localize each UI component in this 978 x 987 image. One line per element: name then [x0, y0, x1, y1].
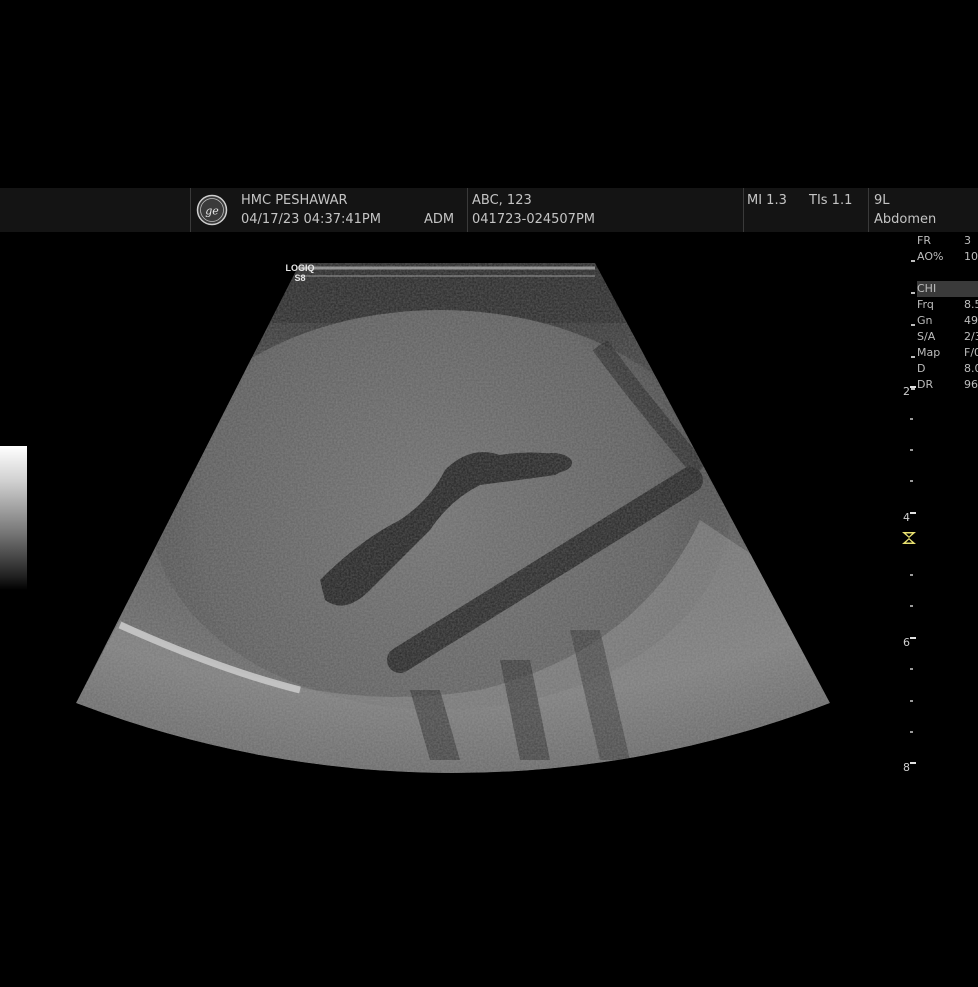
param-key: AO% — [917, 250, 944, 263]
param-frq: Frq 8.5 — [917, 297, 978, 313]
patient-name: ABC, 123 — [472, 193, 532, 208]
param-ao: AO% 100 — [911, 249, 978, 265]
institution-name: HMC PESHAWAR — [241, 193, 348, 208]
system-label-line1: LOGIQ — [285, 263, 315, 273]
param-key: CHI — [917, 282, 937, 295]
param-key: S/A — [917, 330, 936, 343]
depth-label: 2 — [903, 385, 910, 398]
ge-logo-icon: ge — [196, 194, 228, 226]
param-value: 2/3 — [964, 330, 978, 343]
param-value: 96 — [964, 378, 978, 391]
depth-minor-tick — [910, 480, 913, 482]
param-value: 3 — [964, 234, 971, 247]
probe-name: 9L — [874, 193, 890, 208]
focus-zone-icon — [902, 532, 916, 544]
param-value: F/0 — [964, 346, 978, 359]
param-key: Gn — [917, 314, 933, 327]
depth-minor-tick — [910, 700, 913, 702]
depth-minor-tick — [910, 574, 913, 576]
exam-preset: Abdomen — [874, 212, 937, 227]
exam-datetime: 04/17/23 04:37:41PM — [241, 212, 381, 227]
depth-minor-tick — [910, 418, 913, 420]
depth-major-tick — [910, 637, 916, 639]
header-divider — [743, 188, 744, 232]
header-divider — [467, 188, 468, 232]
param-chi: CHI — [911, 281, 978, 297]
thermal-index: TIs 1.1 — [809, 193, 853, 208]
depth-label: 8 — [903, 761, 910, 774]
param-key: Map — [917, 346, 941, 359]
depth-major-tick — [910, 762, 916, 764]
exam-id: 041723-024507PM — [472, 212, 595, 227]
depth-label: 4 — [903, 511, 910, 524]
system-label-line2: S8 — [294, 273, 306, 283]
header-divider — [868, 188, 869, 232]
param-value: 100 — [964, 250, 978, 263]
depth-label: 6 — [903, 636, 910, 649]
param-d: D 8.0 — [917, 361, 978, 377]
grayscale-bar — [0, 446, 27, 590]
param-separator — [911, 324, 915, 326]
param-key: D — [917, 362, 926, 375]
param-gn: Gn 49 — [911, 313, 978, 329]
param-value: 49 — [964, 314, 978, 327]
depth-minor-tick — [910, 449, 913, 451]
param-key: FR — [917, 234, 931, 247]
param-value: 8.5 — [964, 298, 978, 311]
param-sa: S/A 2/3 — [917, 329, 978, 345]
param-key: DR — [917, 378, 934, 391]
mechanical-index: MI 1.3 — [747, 193, 787, 208]
depth-minor-tick — [910, 731, 913, 733]
depth-minor-tick — [910, 668, 913, 670]
svg-text:ge: ge — [205, 205, 219, 218]
depth-minor-tick — [910, 605, 913, 607]
operator-id: ADM — [424, 212, 455, 227]
param-separator — [911, 260, 915, 262]
header-divider — [190, 188, 191, 232]
depth-major-tick — [910, 512, 916, 514]
system-label: LOGIQ S8 — [280, 263, 320, 283]
param-fr: FR 3 — [917, 233, 978, 249]
imaging-parameters: FR 3 AO% 100 CHI Frq 8.5 Gn 49 S/A 2/3 M… — [911, 233, 978, 393]
param-key: Frq — [917, 298, 934, 311]
param-dr: DR 96 — [911, 377, 978, 393]
param-spacer — [917, 265, 978, 281]
depth-major-tick — [910, 386, 916, 388]
param-separator — [911, 356, 915, 358]
param-separator — [911, 388, 915, 390]
param-separator — [911, 292, 915, 294]
param-map: Map F/0 — [911, 345, 978, 361]
param-value: 8.0 — [964, 362, 978, 375]
ultrasound-image — [76, 263, 830, 774]
